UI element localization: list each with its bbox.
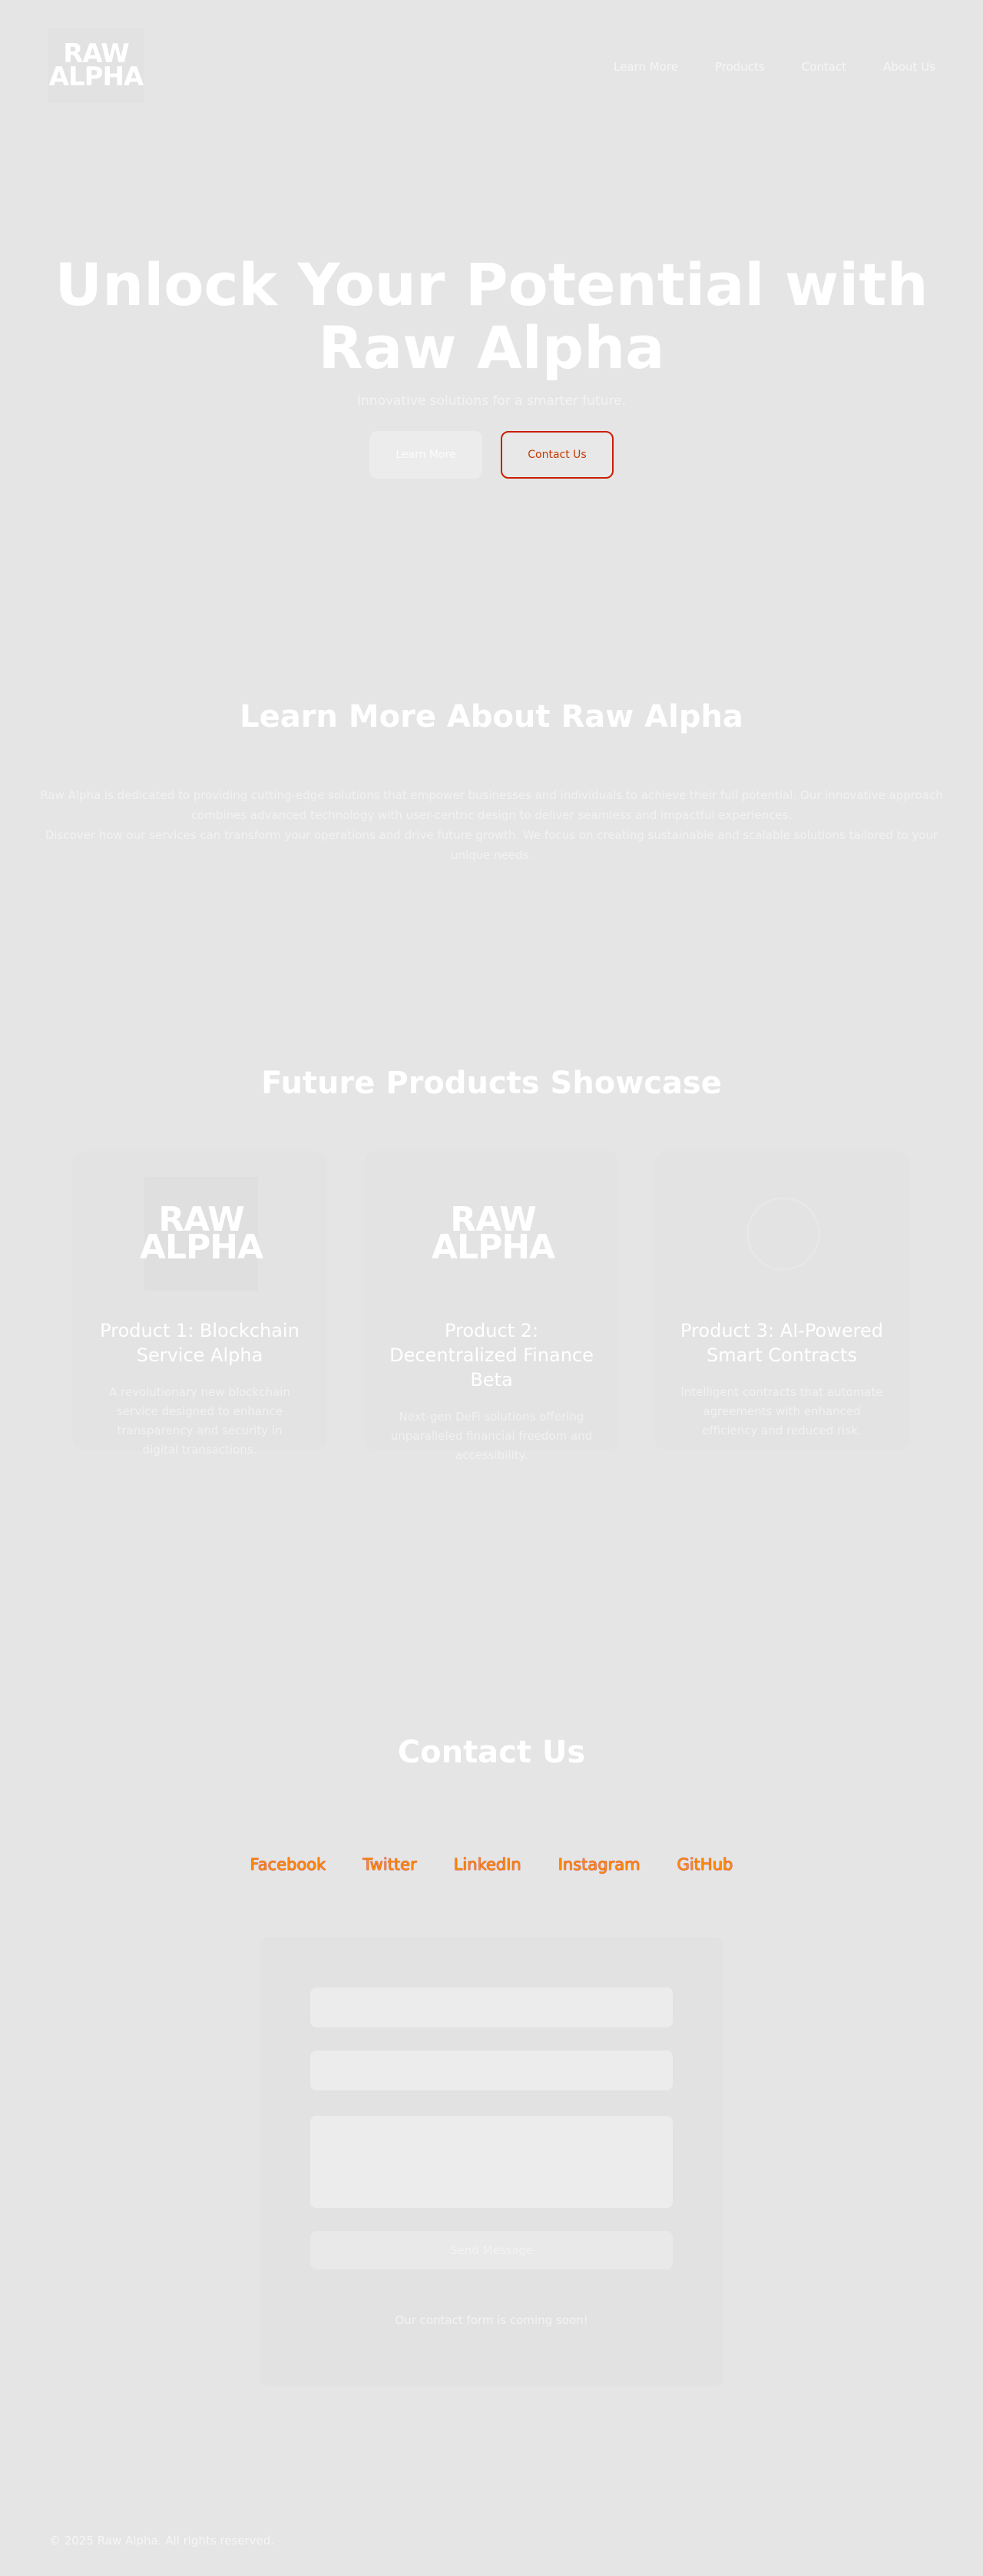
- product-image-1: RAW ALPHA: [140, 1177, 263, 1291]
- contact-form: Send Message Our contact form is coming …: [260, 1937, 723, 2386]
- about-paragraph-2: Discover how our services can transform …: [45, 828, 938, 862]
- main-nav: Learn More Products Contact About Us: [614, 60, 935, 74]
- raw-alpha-logo: RAW ALPHA: [431, 1200, 555, 1267]
- product-desc-3: Intelligent contracts that automate agre…: [680, 1385, 883, 1437]
- product-desc-1: A revolutionary new blockchain service d…: [109, 1385, 290, 1457]
- nav-products[interactable]: Products: [715, 60, 765, 74]
- raw-alpha-logo: RAW ALPHA: [139, 1200, 263, 1267]
- hero-subtitle: Innovative solutions for a smarter futur…: [357, 393, 626, 409]
- product-image-3: [726, 1177, 840, 1291]
- hero-title: Unlock Your Potential with Raw Alpha: [55, 250, 928, 382]
- product-card-3[interactable]: Product 3: AI-Powered Smart Contracts In…: [654, 1151, 909, 1450]
- form-note: Our contact form is coming soon!: [395, 2313, 588, 2327]
- product-image-2: RAW ALPHA: [432, 1177, 555, 1291]
- name-field[interactable]: [310, 1988, 673, 2027]
- logo-text: RAW ALPHA: [48, 41, 144, 92]
- footer-copyright: © 2025 Raw Alpha. All rights reserved.: [49, 2534, 275, 2548]
- product-card-1[interactable]: RAW ALPHA Product 1: Blockchain Service A…: [72, 1151, 327, 1457]
- social-links: Facebook Twitter LinkedIn Instagram GitH…: [0, 1855, 983, 1874]
- nav-about-us[interactable]: About Us: [883, 60, 935, 74]
- broken-image-icon: [746, 1197, 820, 1271]
- message-field[interactable]: [310, 2116, 673, 2208]
- email-field[interactable]: [310, 2051, 673, 2090]
- product-card-2[interactable]: RAW ALPHA Product 2: Decentralized Financ…: [364, 1151, 619, 1462]
- nav-contact[interactable]: Contact: [802, 60, 846, 74]
- logo-line-2: ALPHA: [48, 61, 144, 92]
- social-instagram[interactable]: Instagram: [558, 1855, 640, 1874]
- learn-more-button[interactable]: Learn More: [369, 431, 482, 479]
- social-github[interactable]: GitHub: [677, 1855, 733, 1874]
- product-title-3: Product 3: AI-Powered Smart Contracts: [680, 1320, 883, 1366]
- products-title: Future Products Showcase: [261, 1066, 722, 1101]
- product-title-1: Product 1: Blockchain Service Alpha: [100, 1320, 300, 1366]
- contact-title: Contact Us: [397, 1735, 586, 1770]
- about-title: Learn More About Raw Alpha: [240, 699, 743, 734]
- logo[interactable]: RAW ALPHA: [48, 28, 144, 103]
- send-message-button[interactable]: Send Message: [310, 2231, 673, 2269]
- nav-learn-more[interactable]: Learn More: [614, 60, 678, 74]
- contact-us-button[interactable]: Contact Us: [501, 431, 614, 479]
- social-twitter[interactable]: Twitter: [362, 1855, 416, 1874]
- social-facebook[interactable]: Facebook: [250, 1855, 326, 1874]
- product-desc-2: Next-gen DeFi solutions offering unparal…: [390, 1410, 593, 1462]
- social-linkedin[interactable]: LinkedIn: [454, 1855, 521, 1874]
- product-title-2: Product 2: Decentralized Finance Beta: [389, 1320, 594, 1391]
- about-paragraph-1: Raw Alpha is dedicated to providing cutt…: [40, 788, 943, 822]
